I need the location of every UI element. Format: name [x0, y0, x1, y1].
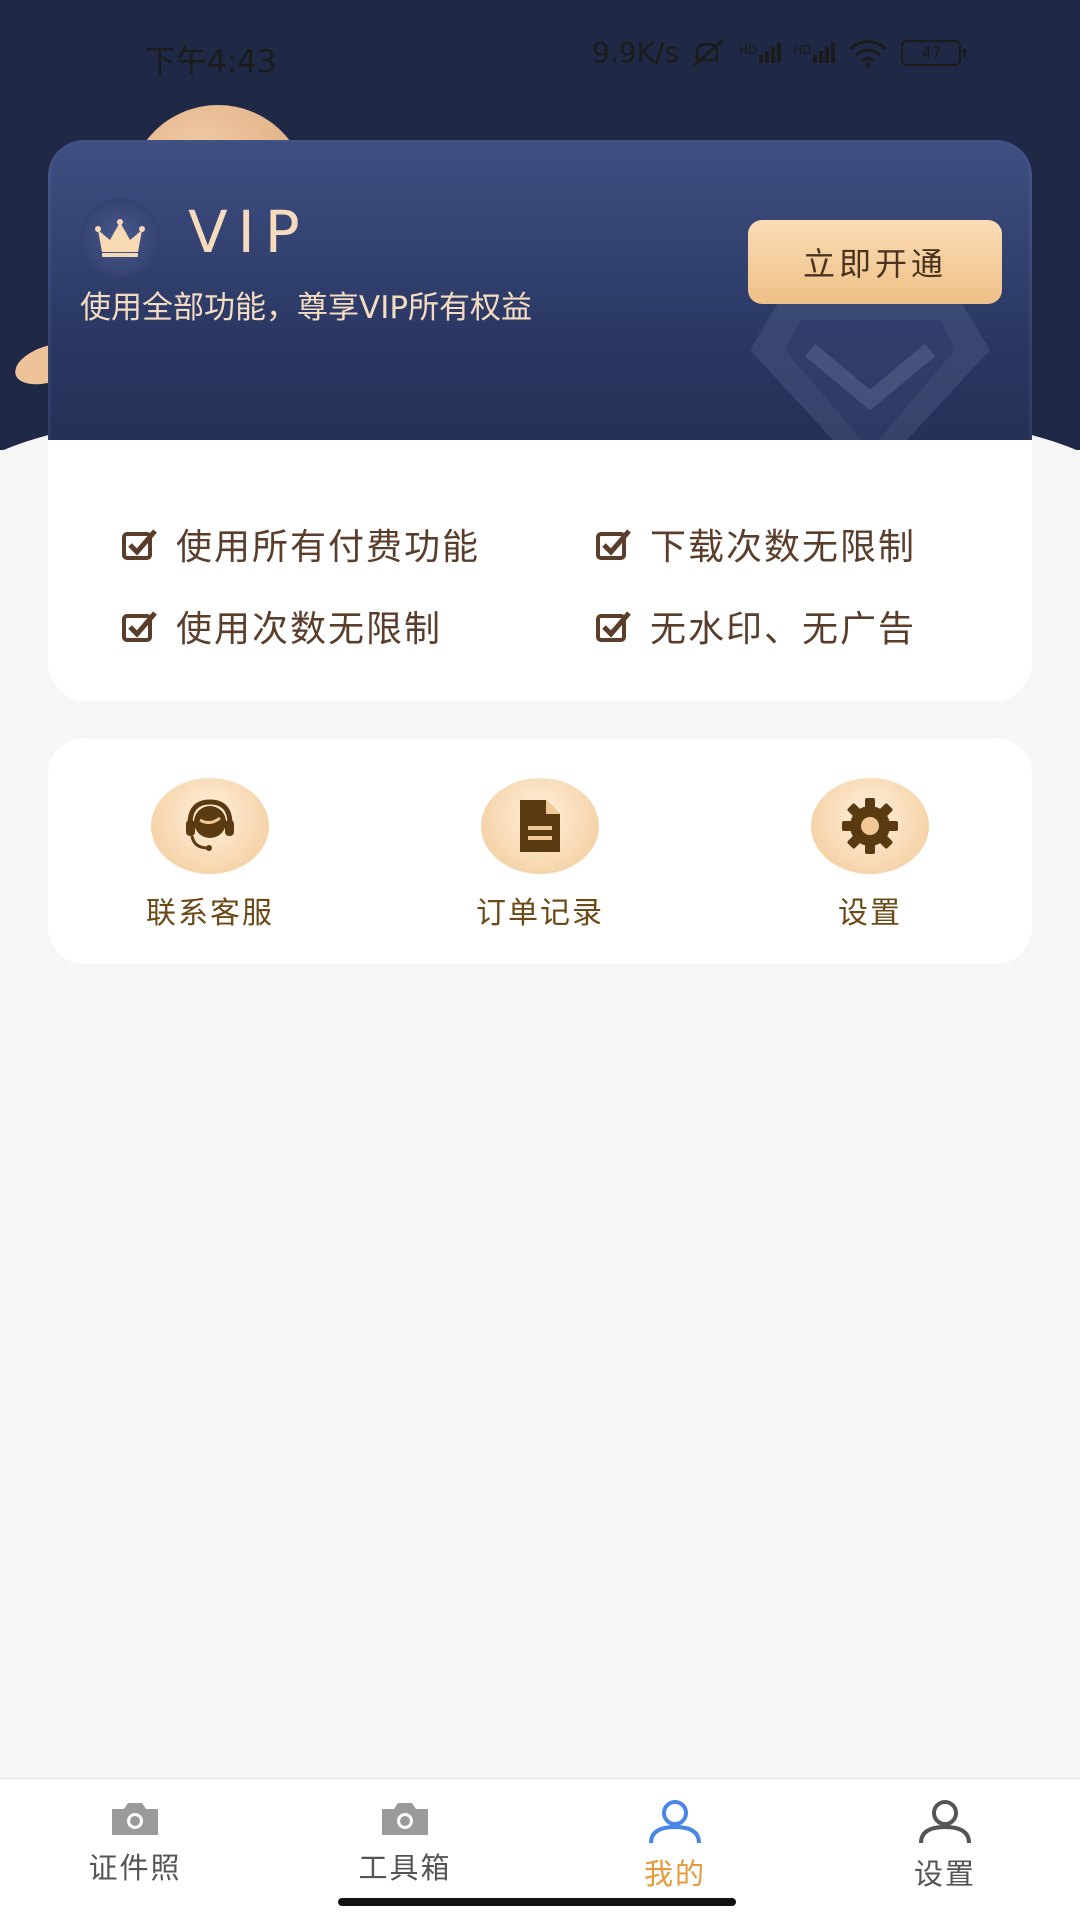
tool-icon-circle: [811, 778, 929, 874]
tab-label: 我的: [643, 1857, 706, 1891]
crown-badge: [80, 198, 160, 278]
camera-icon: [382, 1803, 428, 1835]
diamond-watermark-icon: [750, 300, 990, 450]
tab-label: 工具箱: [358, 1851, 452, 1885]
tab-id-photo[interactable]: 证件照: [35, 1799, 235, 1887]
status-bar: 下午4:43 9.9K/s HD HD 47: [0, 0, 1080, 110]
signal-1: HD: [739, 42, 782, 63]
network-speed: 9.9K/s: [592, 36, 679, 69]
tools-card: 联系客服 订单记录 设置: [48, 738, 1032, 964]
benefit-item: 无水印、无广告: [596, 600, 916, 652]
benefits-card: 使用所有付费功能 下载次数无限制 使用次数无限制 无水印、无广告: [48, 440, 1032, 702]
tab-settings[interactable]: 设置: [845, 1799, 1045, 1893]
contact-support-button[interactable]: 联系客服: [110, 778, 310, 932]
tab-label: 设置: [913, 1857, 976, 1891]
activate-vip-button[interactable]: 立即开通: [748, 220, 1002, 304]
checkbox-icon: [122, 611, 157, 642]
tool-label: 联系客服: [146, 896, 274, 931]
signal-2: HD: [793, 42, 836, 63]
mute-icon: [692, 38, 724, 67]
benefit-item: 使用所有付费功能: [122, 518, 480, 570]
tab-mine[interactable]: 我的: [575, 1799, 775, 1893]
vip-subtitle: 使用全部功能，尊享VIP所有权益: [80, 290, 533, 326]
tool-label: 订单记录: [476, 896, 604, 931]
tab-label: 证件照: [88, 1851, 182, 1885]
benefit-label: 无水印、无广告: [650, 609, 917, 650]
settings-button[interactable]: 设置: [770, 778, 970, 932]
benefit-item: 下载次数无限制: [596, 518, 916, 570]
camera-icon: [112, 1803, 158, 1835]
tool-icon-circle: [151, 778, 269, 874]
document-icon: [520, 800, 560, 852]
headset-icon: [186, 799, 234, 851]
status-indicators: 9.9K/s HD HD 47: [592, 36, 967, 69]
person-icon: [649, 1800, 701, 1844]
checkbox-icon: [596, 611, 631, 642]
checkbox-icon: [122, 529, 157, 560]
status-time: 下午4:43: [145, 44, 277, 80]
benefit-label: 使用次数无限制: [176, 609, 443, 650]
checkbox-icon: [596, 529, 631, 560]
wifi-icon: [849, 39, 888, 67]
tool-icon-circle: [481, 778, 599, 874]
benefit-label: 下载次数无限制: [650, 527, 917, 568]
vip-card: VIP 使用全部功能，尊享VIP所有权益 立即开通: [48, 140, 1032, 450]
benefit-label: 使用所有付费功能: [176, 527, 481, 568]
order-history-button[interactable]: 订单记录: [440, 778, 640, 932]
tool-label: 设置: [838, 896, 902, 931]
battery-icon: 47: [901, 39, 967, 66]
person-icon: [919, 1800, 971, 1844]
benefit-item: 使用次数无限制: [122, 600, 442, 652]
gear-icon: [842, 798, 898, 854]
tab-toolbox[interactable]: 工具箱: [305, 1799, 505, 1887]
home-indicator[interactable]: [338, 1898, 736, 1906]
crown-icon: [95, 219, 145, 257]
vip-title: VIP: [188, 198, 310, 266]
